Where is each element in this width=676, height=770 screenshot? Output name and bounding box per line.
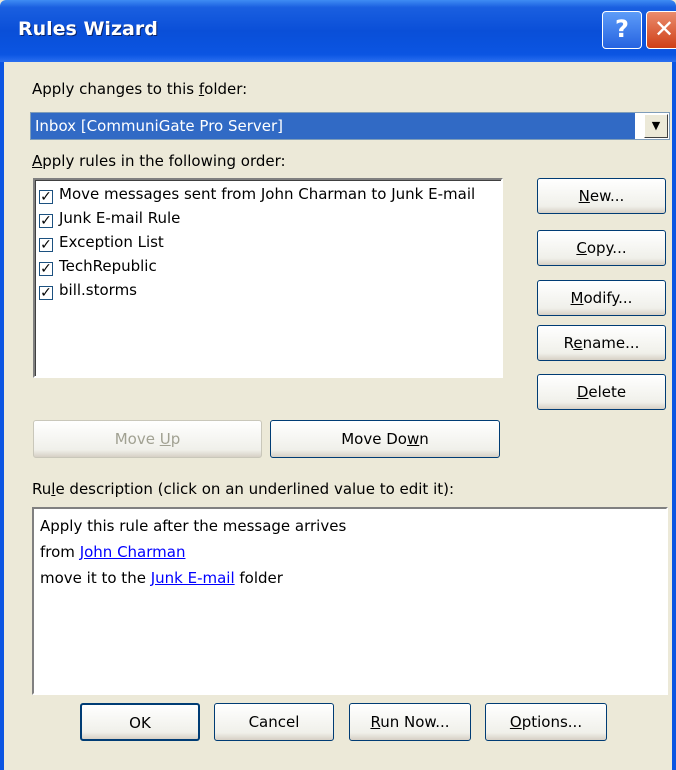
- title-bar: Rules Wizard ? ✕: [0, 0, 676, 62]
- folder-label: Apply changes to this folder:: [32, 80, 248, 98]
- run-now-button[interactable]: Run Now...: [349, 703, 471, 741]
- rename-button[interactable]: Rename...: [537, 325, 666, 361]
- close-icon: ✕: [653, 15, 675, 43]
- description-line-from: from John Charman: [40, 543, 186, 561]
- description-line-action: move it to the Junk E-mail folder: [40, 569, 283, 587]
- rule-checkbox[interactable]: ✓: [39, 190, 53, 204]
- rule-description-box: Apply this rule after the message arrive…: [32, 507, 668, 695]
- copy-button[interactable]: Copy...: [537, 230, 666, 266]
- close-button[interactable]: ✕: [646, 11, 676, 49]
- folder-selected-value: Inbox [CommuniGate Pro Server]: [31, 113, 635, 139]
- rule-label: bill.storms: [59, 281, 137, 299]
- window-frame-left: [0, 62, 4, 770]
- rules-list[interactable]: ✓ Move messages sent from John Charman to…: [33, 178, 503, 378]
- folder-dropdown[interactable]: Inbox [CommuniGate Pro Server] ▼: [30, 112, 670, 140]
- rule-checkbox[interactable]: ✓: [39, 238, 53, 252]
- options-button[interactable]: Options...: [485, 703, 607, 741]
- rule-label: Exception List: [59, 233, 164, 251]
- rule-checkbox[interactable]: ✓: [39, 286, 53, 300]
- list-item[interactable]: ✓ Move messages sent from John Charman to…: [39, 182, 499, 206]
- dropdown-arrow-button[interactable]: ▼: [644, 114, 668, 138]
- folder-link[interactable]: Junk E-mail: [151, 569, 235, 587]
- rule-label: Move messages sent from John Charman to …: [59, 185, 476, 203]
- move-down-button[interactable]: Move Down: [270, 420, 500, 458]
- rule-label: TechRepublic: [59, 257, 157, 275]
- list-item[interactable]: ✓ bill.storms: [39, 278, 499, 302]
- move-up-button[interactable]: Move Up: [33, 420, 262, 458]
- chevron-down-icon: ▼: [651, 119, 661, 132]
- list-item[interactable]: ✓ TechRepublic: [39, 254, 499, 278]
- rules-label: Apply rules in the following order:: [32, 152, 286, 170]
- help-icon: ?: [615, 15, 629, 43]
- window-title: Rules Wizard: [18, 18, 158, 40]
- cancel-button[interactable]: Cancel: [214, 703, 334, 741]
- sender-link[interactable]: John Charman: [80, 543, 186, 561]
- description-label: Rule description (click on an underlined…: [32, 480, 455, 498]
- window-frame-right: [672, 62, 676, 770]
- help-button[interactable]: ?: [602, 11, 642, 49]
- rule-checkbox[interactable]: ✓: [39, 262, 53, 276]
- rule-label: Junk E-mail Rule: [59, 209, 181, 227]
- ok-button[interactable]: OK: [80, 703, 200, 741]
- list-item[interactable]: ✓ Exception List: [39, 230, 499, 254]
- list-item[interactable]: ✓ Junk E-mail Rule: [39, 206, 499, 230]
- modify-button[interactable]: Modify...: [537, 280, 666, 316]
- description-line-condition: Apply this rule after the message arrive…: [40, 517, 347, 535]
- delete-button[interactable]: Delete: [537, 374, 666, 410]
- rule-checkbox[interactable]: ✓: [39, 214, 53, 228]
- new-button[interactable]: New...: [537, 178, 666, 214]
